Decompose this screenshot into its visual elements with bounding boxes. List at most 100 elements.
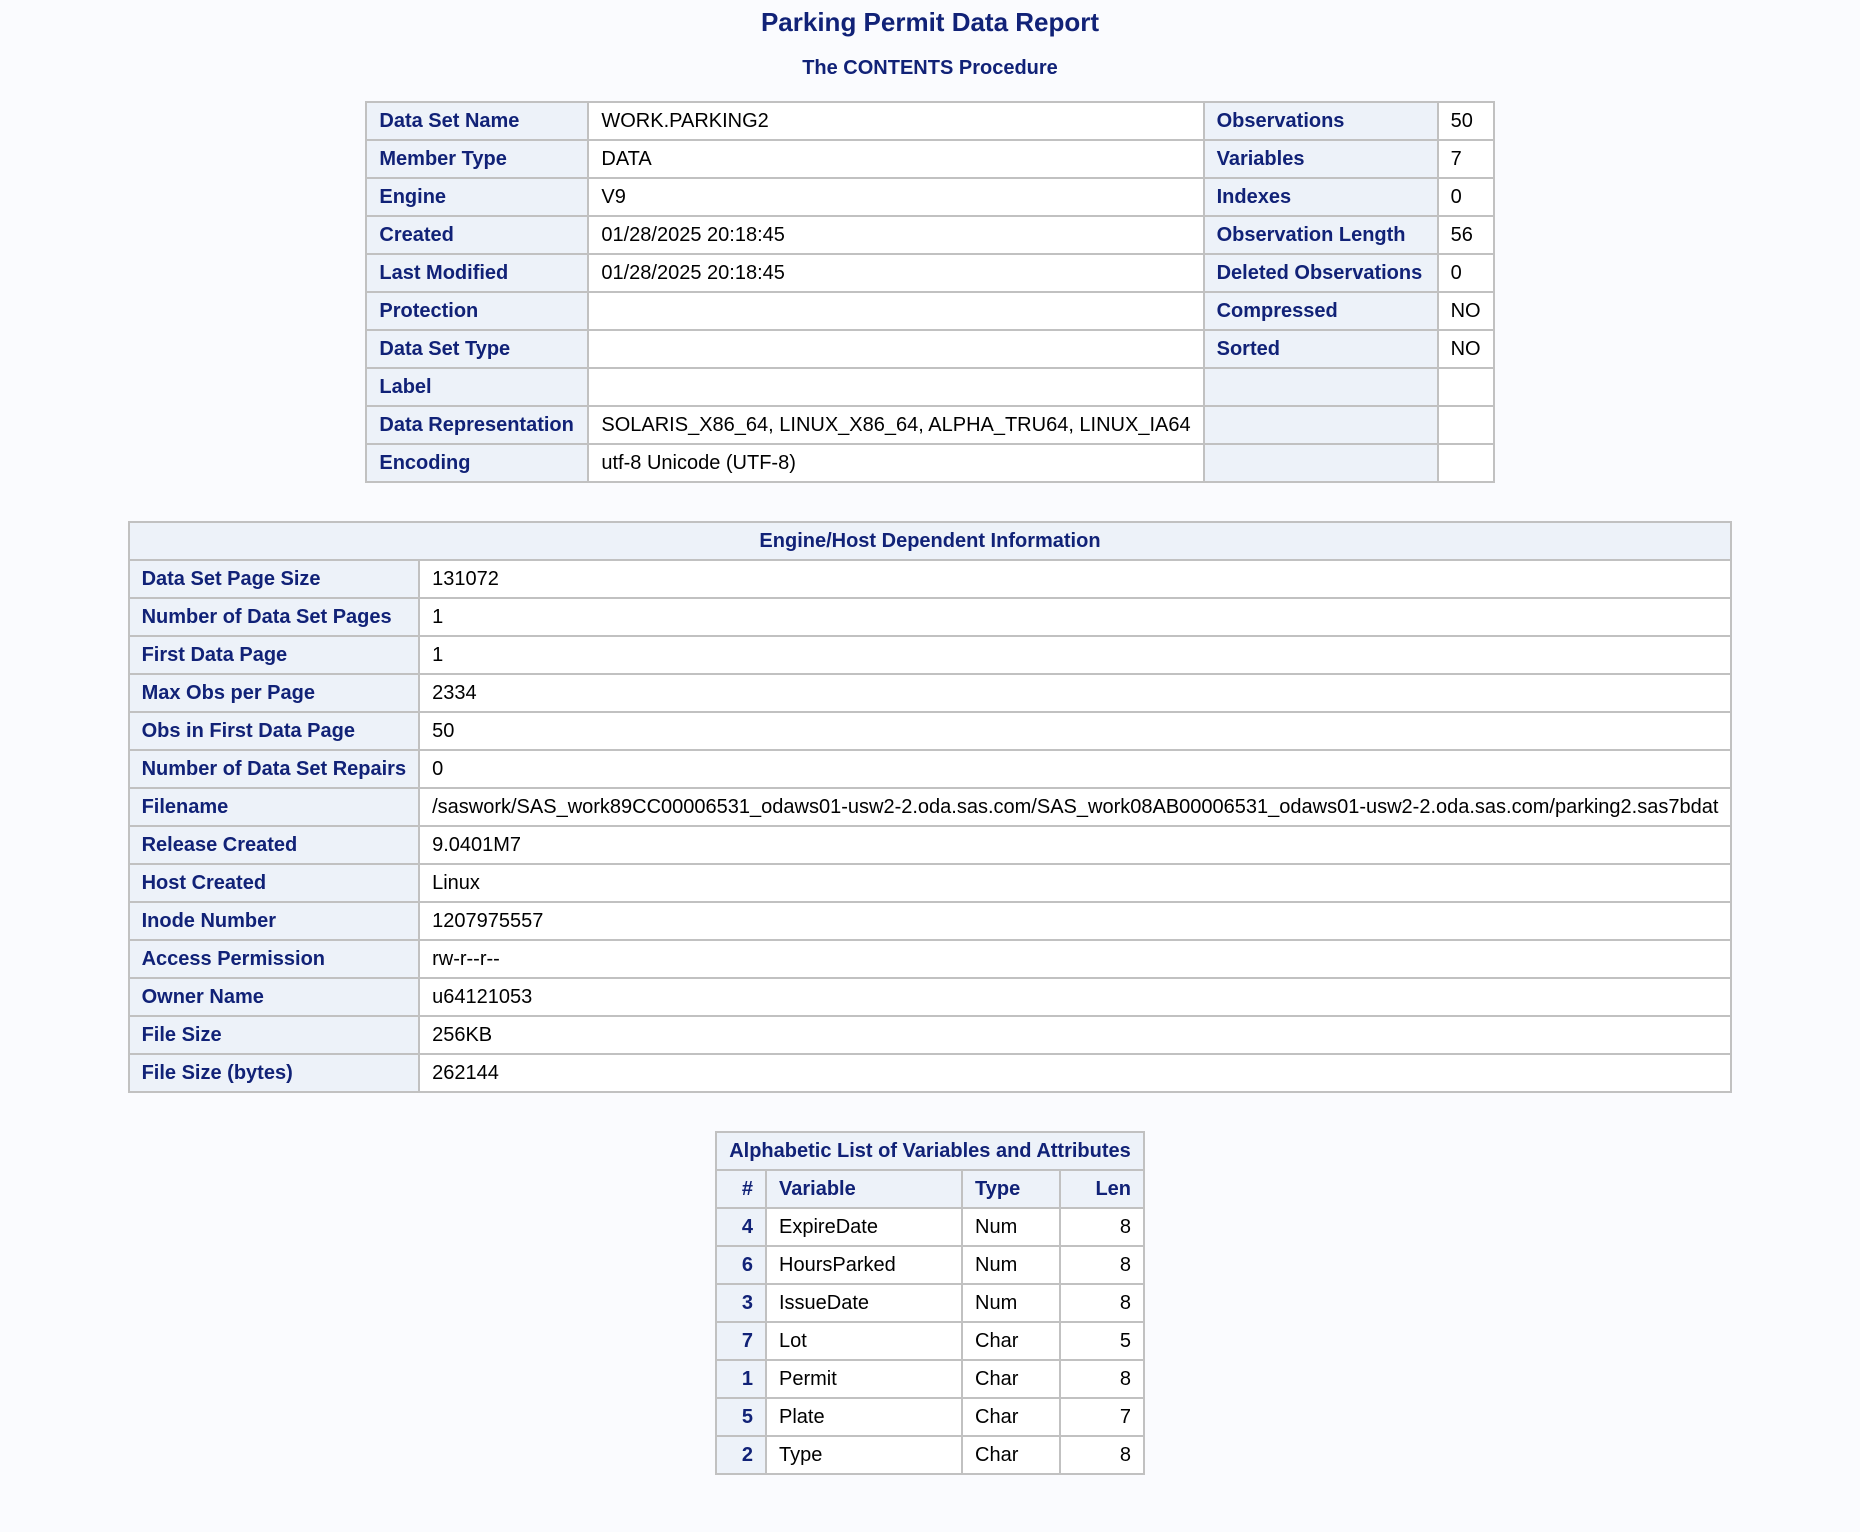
attribute-label: Label bbox=[365, 367, 590, 407]
attribute-value: 01/28/2025 20:18:45 bbox=[587, 215, 1205, 255]
table-row: Encoding utf-8 Unicode (UTF-8) bbox=[365, 443, 1495, 483]
attribute-label: Compressed bbox=[1202, 291, 1439, 331]
info-value: 1 bbox=[418, 597, 1733, 637]
attribute-label: Engine bbox=[365, 177, 590, 217]
attribute-label: Sorted bbox=[1202, 329, 1439, 369]
variable-length: 8 bbox=[1059, 1207, 1145, 1247]
attribute-label: Encoding bbox=[365, 443, 590, 483]
table-row: Data Set Name WORK.PARKING2 Observations… bbox=[365, 101, 1495, 141]
table-row: Data Representation SOLARIS_X86_64, LINU… bbox=[365, 405, 1495, 445]
info-label: Owner Name bbox=[127, 977, 421, 1017]
table-row: 3 IssueDate Num 8 bbox=[715, 1283, 1145, 1323]
variable-name: IssueDate bbox=[765, 1283, 963, 1323]
info-label: Data Set Page Size bbox=[127, 559, 421, 599]
attribute-value: NO bbox=[1436, 329, 1495, 369]
attribute-label: Protection bbox=[365, 291, 590, 331]
table-row: Data Set Type Sorted NO bbox=[365, 329, 1495, 369]
table-row: Last Modified 01/28/2025 20:18:45 Delete… bbox=[365, 253, 1495, 293]
attribute-value: utf-8 Unicode (UTF-8) bbox=[587, 443, 1205, 483]
table-row: Label bbox=[365, 367, 1495, 407]
variable-length: 8 bbox=[1059, 1359, 1145, 1399]
variable-length: 8 bbox=[1059, 1435, 1145, 1475]
variable-name: ExpireDate bbox=[765, 1207, 963, 1247]
info-value: 0 bbox=[418, 749, 1733, 789]
table-row: Filename /saswork/SAS_work89CC00006531_o… bbox=[127, 787, 1733, 827]
info-value: rw-r--r-- bbox=[418, 939, 1733, 979]
variables-caption: Alphabetic List of Variables and Attribu… bbox=[715, 1131, 1145, 1171]
variable-name: Permit bbox=[765, 1359, 963, 1399]
table-row: Release Created 9.0401M7 bbox=[127, 825, 1733, 865]
column-header-type: Type bbox=[961, 1169, 1061, 1209]
attribute-label: Data Representation bbox=[365, 405, 590, 445]
info-label: Filename bbox=[127, 787, 421, 827]
info-value: u64121053 bbox=[418, 977, 1733, 1017]
table-caption-row: Engine/Host Dependent Information bbox=[127, 521, 1733, 561]
attribute-value bbox=[587, 291, 1205, 331]
attribute-label: Observation Length bbox=[1202, 215, 1439, 255]
variable-number: 5 bbox=[715, 1397, 767, 1437]
attribute-value: DATA bbox=[587, 139, 1205, 179]
table-row: First Data Page 1 bbox=[127, 635, 1733, 675]
report-subtitle: The CONTENTS Procedure bbox=[802, 57, 1058, 79]
attribute-value bbox=[1436, 405, 1495, 445]
info-value: Linux bbox=[418, 863, 1733, 903]
variable-name: HoursParked bbox=[765, 1245, 963, 1285]
table-row: 5 Plate Char 7 bbox=[715, 1397, 1145, 1437]
variable-number: 1 bbox=[715, 1359, 767, 1399]
attribute-label: Member Type bbox=[365, 139, 590, 179]
variable-length: 5 bbox=[1059, 1321, 1145, 1361]
table-row: 6 HoursParked Num 8 bbox=[715, 1245, 1145, 1285]
attribute-value: SOLARIS_X86_64, LINUX_X86_64, ALPHA_TRU6… bbox=[587, 405, 1205, 445]
variable-type: Char bbox=[961, 1359, 1061, 1399]
variable-length: 7 bbox=[1059, 1397, 1145, 1437]
report-title: Parking Permit Data Report bbox=[760, 7, 1100, 37]
table-row: File Size (bytes) 262144 bbox=[127, 1053, 1733, 1093]
attribute-value: WORK.PARKING2 bbox=[587, 101, 1205, 141]
attribute-value bbox=[1436, 367, 1495, 407]
variable-type: Num bbox=[961, 1207, 1061, 1247]
info-value: /saswork/SAS_work89CC00006531_odaws01-us… bbox=[418, 787, 1733, 827]
table-row: Inode Number 1207975557 bbox=[127, 901, 1733, 941]
variable-type: Num bbox=[961, 1283, 1061, 1323]
table-header-row: # Variable Type Len bbox=[715, 1169, 1145, 1209]
variable-length: 8 bbox=[1059, 1245, 1145, 1285]
info-value: 9.0401M7 bbox=[418, 825, 1733, 865]
table-row: Obs in First Data Page 50 bbox=[127, 711, 1733, 751]
table-row: Protection Compressed NO bbox=[365, 291, 1495, 331]
info-label: First Data Page bbox=[127, 635, 421, 675]
column-header-len: Len bbox=[1059, 1169, 1145, 1209]
table-row: 7 Lot Char 5 bbox=[715, 1321, 1145, 1361]
table-row: Created 01/28/2025 20:18:45 Observation … bbox=[365, 215, 1495, 255]
attribute-value bbox=[587, 367, 1205, 407]
table-row: Max Obs per Page 2334 bbox=[127, 673, 1733, 713]
variable-name: Lot bbox=[765, 1321, 963, 1361]
info-label: Release Created bbox=[127, 825, 421, 865]
column-header-num: # bbox=[715, 1169, 767, 1209]
info-value: 2334 bbox=[418, 673, 1733, 713]
attribute-label: Variables bbox=[1202, 139, 1439, 179]
variable-name: Type bbox=[765, 1435, 963, 1475]
info-label: Host Created bbox=[127, 863, 421, 903]
variable-name: Plate bbox=[765, 1397, 963, 1437]
info-label: Inode Number bbox=[127, 901, 421, 941]
table-row: Access Permission rw-r--r-- bbox=[127, 939, 1733, 979]
attribute-value: V9 bbox=[587, 177, 1205, 217]
attribute-value: 01/28/2025 20:18:45 bbox=[587, 253, 1205, 293]
attribute-label: Indexes bbox=[1202, 177, 1439, 217]
table-caption-row: Alphabetic List of Variables and Attribu… bbox=[715, 1131, 1145, 1171]
info-value: 50 bbox=[418, 711, 1733, 751]
column-header-variable: Variable bbox=[765, 1169, 963, 1209]
attribute-label: Observations bbox=[1202, 101, 1439, 141]
variable-type: Char bbox=[961, 1321, 1061, 1361]
attribute-value: 0 bbox=[1436, 253, 1495, 293]
info-value: 1207975557 bbox=[418, 901, 1733, 941]
info-label: Number of Data Set Pages bbox=[127, 597, 421, 637]
info-label: Max Obs per Page bbox=[127, 673, 421, 713]
engine-host-caption: Engine/Host Dependent Information bbox=[127, 521, 1733, 561]
variable-number: 3 bbox=[715, 1283, 767, 1323]
engine-host-table: Engine/Host Dependent Information Data S… bbox=[127, 521, 1733, 1093]
attribute-label: Last Modified bbox=[365, 253, 590, 293]
attribute-label: Deleted Observations bbox=[1202, 253, 1439, 293]
table-row: Number of Data Set Repairs 0 bbox=[127, 749, 1733, 789]
attribute-label: Created bbox=[365, 215, 590, 255]
